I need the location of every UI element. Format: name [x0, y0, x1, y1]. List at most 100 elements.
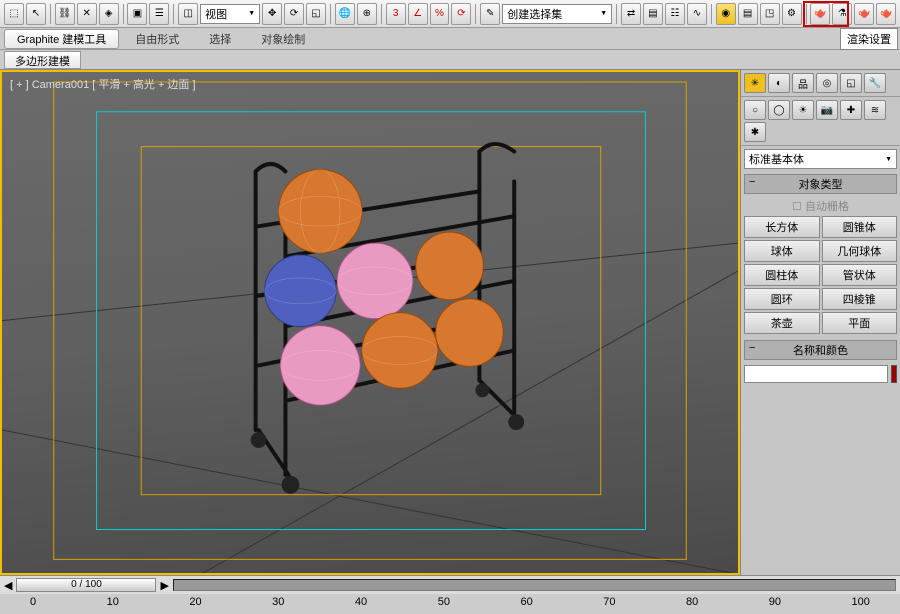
- subtab-polymodel[interactable]: 多边形建模: [4, 51, 81, 69]
- primitive-buttons: 长方体 圆锥体 球体 几何球体 圆柱体 管状体 圆环 四棱锥 茶壶 平面: [741, 216, 900, 334]
- spacewarps-icon[interactable]: ≋: [864, 100, 886, 120]
- primitive-category-dropdown[interactable]: 标准基本体: [744, 149, 897, 169]
- layers-tool[interactable]: ☷: [665, 3, 685, 25]
- create-tab-icon[interactable]: ✳: [744, 73, 766, 93]
- percent-snap[interactable]: %: [430, 3, 450, 25]
- lights-icon[interactable]: ☀: [792, 100, 814, 120]
- unlink-tool[interactable]: ✕: [77, 3, 97, 25]
- command-panel: ✳ ◐ 品 ◎ ◱ 🔧 ○ ◯ ☀ 📷 ✚ ≋ ✱ 标准基本体 对象类型 ☐ 自…: [740, 70, 900, 575]
- geosphere-button[interactable]: 几何球体: [822, 240, 898, 262]
- tab-select[interactable]: 选择: [195, 30, 245, 48]
- dropdown-label: 标准基本体: [749, 151, 804, 167]
- tab-graphite[interactable]: Graphite 建模工具: [4, 29, 119, 49]
- selection-filter-dropdown[interactable]: 视图: [200, 4, 260, 24]
- geometry-icon[interactable]: ○: [744, 100, 766, 120]
- time-slider-row: ◀ 0 / 100 ▶: [0, 576, 900, 594]
- object-color-swatch[interactable]: [891, 365, 897, 383]
- plane-button[interactable]: 平面: [822, 312, 898, 334]
- shapes-icon[interactable]: ◯: [768, 100, 790, 120]
- tooltip: 渲染设置: [840, 28, 898, 50]
- tick-label: 60: [520, 596, 532, 614]
- name-color-row: [741, 362, 900, 386]
- pyramid-button[interactable]: 四棱锥: [822, 288, 898, 310]
- main-toolbar: ⬚ ↖ ⛓ ✕ ◈ ▣ ☰ ◫ 视图 ✥ ⟳ ◱ 🌐 ⊕ 3 ∠ % ⟳ ✎ 创…: [0, 0, 900, 28]
- main-area: [ + ] Camera001 [ 平滑 + 高光 + 边面 ] ✳ ◐ 品 ◎…: [0, 70, 900, 575]
- autogrid-label: 自动栅格: [805, 201, 849, 213]
- teapot-button[interactable]: 茶壶: [744, 312, 820, 334]
- align-tool[interactable]: ▤: [643, 3, 663, 25]
- render-scene-tool[interactable]: ▤: [738, 3, 758, 25]
- modify-tab-icon[interactable]: ◐: [768, 73, 790, 93]
- scale-tool[interactable]: ◱: [306, 3, 326, 25]
- tick-label: 20: [189, 596, 201, 614]
- curve-editor-tool[interactable]: ∿: [687, 3, 707, 25]
- helpers-icon[interactable]: ✚: [840, 100, 862, 120]
- time-scrubber[interactable]: 0 / 100: [16, 578, 156, 592]
- autogrid-checkbox[interactable]: ☐ 自动栅格: [741, 196, 900, 216]
- angle-snap[interactable]: ∠: [408, 3, 428, 25]
- systems-icon[interactable]: ✱: [744, 122, 766, 142]
- tick-label: 90: [769, 596, 781, 614]
- teapot-render-tool[interactable]: 🫖: [854, 3, 874, 25]
- ribbon-tabs: Graphite 建模工具 自由形式 选择 对象绘制: [0, 28, 900, 50]
- separator: [711, 4, 712, 24]
- render-settings-tool[interactable]: ⚗: [832, 3, 852, 25]
- render-frame-tool[interactable]: ◳: [760, 3, 780, 25]
- bind-tool[interactable]: ◈: [99, 3, 119, 25]
- region-tool[interactable]: ◫: [178, 3, 198, 25]
- viewport-canvas[interactable]: [2, 72, 738, 573]
- tick-label: 70: [603, 596, 615, 614]
- render-last-tool[interactable]: 🫖: [876, 3, 896, 25]
- panel-subcategory-row: ○ ◯ ☀ 📷 ✚ ≋ ✱: [741, 97, 900, 146]
- edit-set-tool[interactable]: ✎: [480, 3, 500, 25]
- select-object-tool[interactable]: ▣: [127, 3, 147, 25]
- snap-3[interactable]: 3: [386, 3, 406, 25]
- hierarchy-tab-icon[interactable]: 品: [792, 73, 814, 93]
- coord-tool[interactable]: 🌐: [335, 3, 355, 25]
- tick-label: 80: [686, 596, 698, 614]
- select-name-tool[interactable]: ☰: [149, 3, 169, 25]
- tick-label: 100: [852, 596, 870, 614]
- torus-button[interactable]: 圆环: [744, 288, 820, 310]
- arrow-tool[interactable]: ↖: [26, 3, 46, 25]
- prev-key-icon[interactable]: ◀: [4, 579, 12, 592]
- tab-freeform[interactable]: 自由形式: [121, 30, 193, 48]
- cylinder-button[interactable]: 圆柱体: [744, 264, 820, 286]
- next-key-icon[interactable]: ▶: [160, 579, 168, 592]
- cone-button[interactable]: 圆锥体: [822, 216, 898, 238]
- sphere-button[interactable]: 球体: [744, 240, 820, 262]
- tab-objectpaint[interactable]: 对象绘制: [247, 30, 319, 48]
- viewport[interactable]: [ + ] Camera001 [ 平滑 + 高光 + 边面 ]: [0, 70, 740, 575]
- display-tab-icon[interactable]: ◱: [840, 73, 862, 93]
- tube-button[interactable]: 管状体: [822, 264, 898, 286]
- tick-label: 50: [438, 596, 450, 614]
- rotate-tool[interactable]: ⟳: [284, 3, 304, 25]
- spinner-snap[interactable]: ⟳: [451, 3, 471, 25]
- timeline: ◀ 0 / 100 ▶ 0 10 20 30 40 50 60 70 80 90…: [0, 575, 900, 613]
- material-editor-tool[interactable]: ◉: [716, 3, 736, 25]
- quick-render-tool[interactable]: 🫖: [810, 3, 830, 25]
- mirror-tool[interactable]: ⇄: [621, 3, 641, 25]
- move-tool[interactable]: ✥: [262, 3, 282, 25]
- tick-label: 30: [272, 596, 284, 614]
- object-name-input[interactable]: [744, 365, 888, 383]
- separator: [330, 4, 331, 24]
- render-setup-tool[interactable]: ⚙: [782, 3, 802, 25]
- select-tool[interactable]: ⬚: [4, 3, 24, 25]
- time-track[interactable]: [173, 579, 896, 591]
- motion-tab-icon[interactable]: ◎: [816, 73, 838, 93]
- selection-set-dropdown[interactable]: 创建选择集: [502, 4, 612, 24]
- cameras-icon[interactable]: 📷: [816, 100, 838, 120]
- tick-label: 0: [30, 596, 36, 614]
- link-tool[interactable]: ⛓: [55, 3, 75, 25]
- viewport-label[interactable]: [ + ] Camera001 [ 平滑 + 高光 + 边面 ]: [10, 76, 196, 92]
- separator: [123, 4, 124, 24]
- box-button[interactable]: 长方体: [744, 216, 820, 238]
- time-ruler[interactable]: 0 10 20 30 40 50 60 70 80 90 100: [0, 594, 900, 614]
- utilities-tab-icon[interactable]: 🔧: [864, 73, 886, 93]
- dropdown-label: 创建选择集: [507, 6, 562, 22]
- rollup-object-type[interactable]: 对象类型: [744, 174, 897, 194]
- separator: [381, 4, 382, 24]
- rollup-name-color[interactable]: 名称和颜色: [744, 340, 897, 360]
- pivot-tool[interactable]: ⊕: [357, 3, 377, 25]
